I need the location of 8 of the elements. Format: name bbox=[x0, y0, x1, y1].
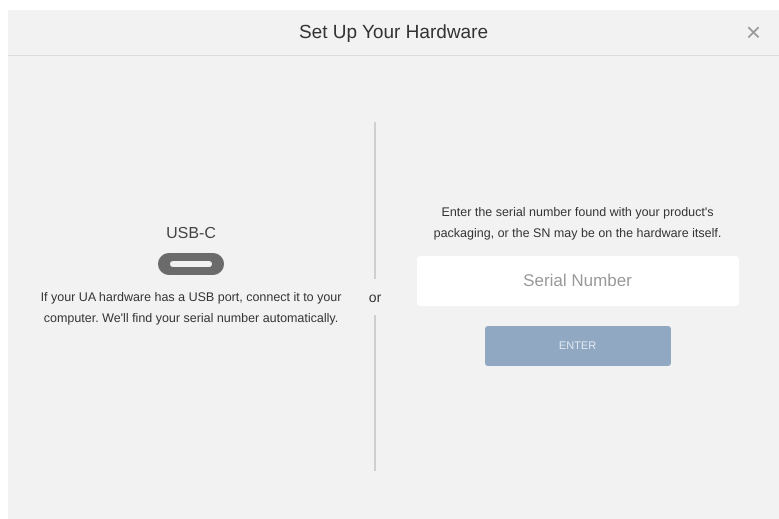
dialog-title: Set Up Your Hardware bbox=[298, 22, 488, 44]
usb-port-icon bbox=[158, 252, 224, 274]
serial-instructions: Enter the serial number found with your product's packaging, or the SN may be on the hardware itself. bbox=[432, 204, 722, 242]
or-separator: or bbox=[368, 288, 382, 306]
serial-number-field[interactable]: Serial Number bbox=[416, 256, 738, 306]
usb-label: USB-C bbox=[166, 224, 216, 242]
usb-instructions: If your UA hardware has a USB port, connect it to your computer. We'll find your serial number automatically. bbox=[40, 288, 342, 327]
close-button[interactable]: × bbox=[742, 18, 765, 46]
